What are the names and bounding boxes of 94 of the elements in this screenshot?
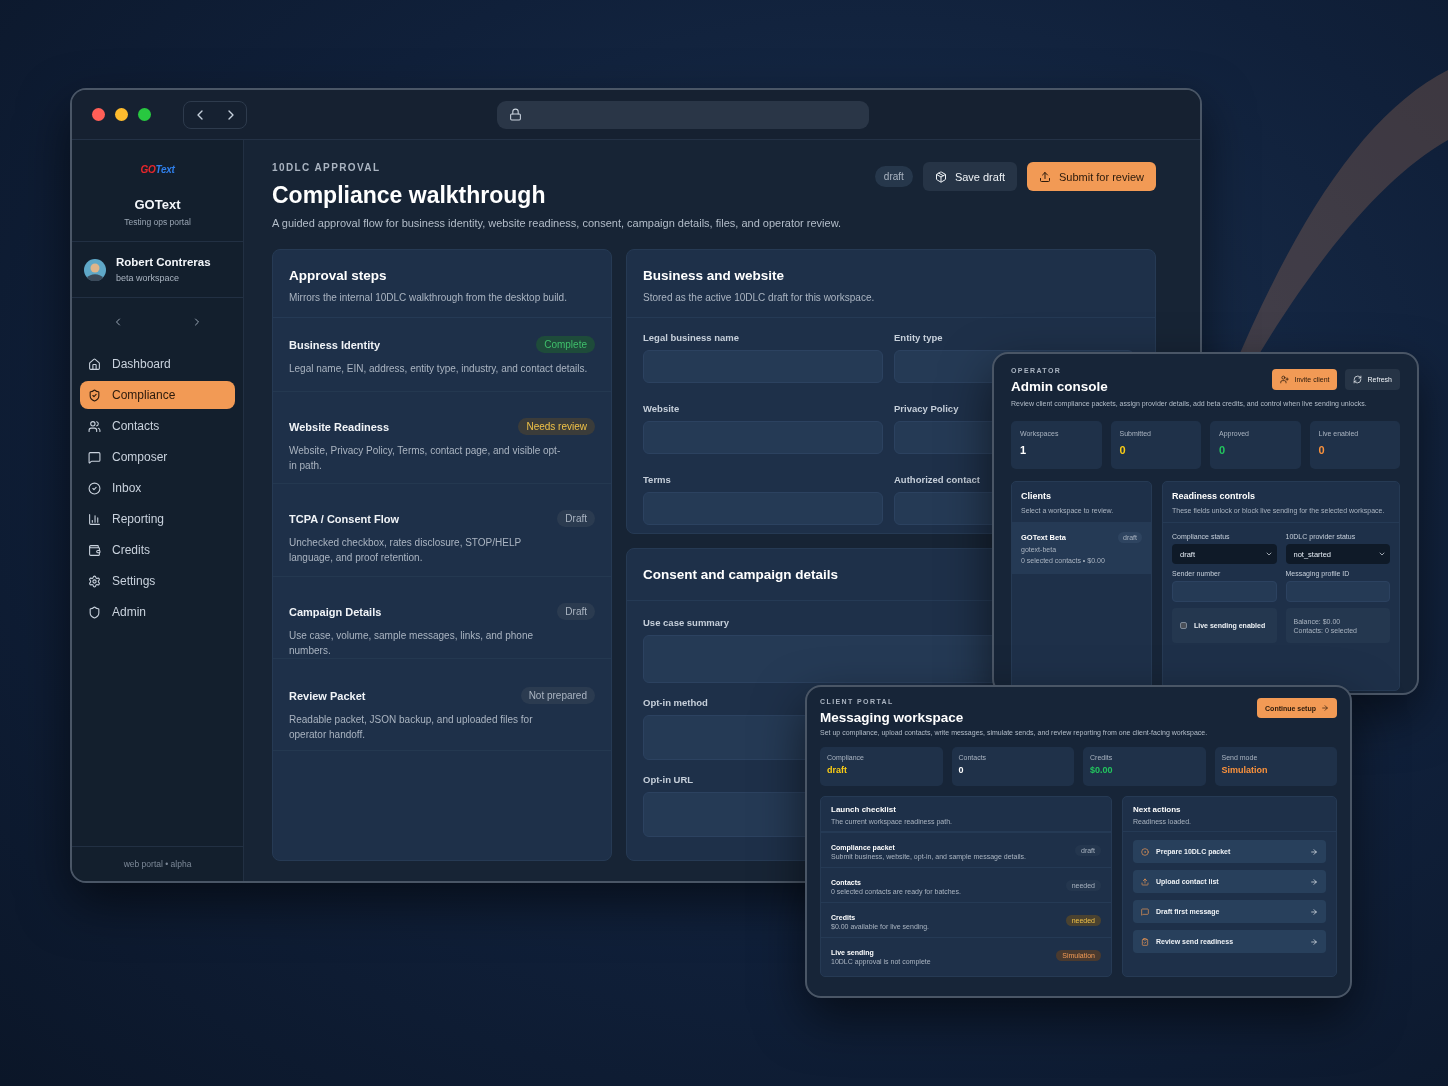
checkbox[interactable] bbox=[1180, 622, 1187, 629]
step-title: TCPA / Consent Flow bbox=[289, 512, 399, 525]
card-title: Approval steps bbox=[289, 268, 388, 283]
sidebar-footer: web portal • alpha bbox=[72, 846, 243, 881]
gear-icon bbox=[88, 574, 101, 588]
card-title: Consent and campaign details bbox=[643, 567, 840, 582]
step-description: Legal name, EIN, address, entity type, industry, and contact details. bbox=[289, 362, 589, 376]
close-dot[interactable] bbox=[92, 108, 105, 121]
step-description: Readable packet, JSON backup, and uploaded files for operator handoff. bbox=[289, 713, 534, 742]
status-badge: Draft bbox=[557, 603, 595, 620]
home-icon bbox=[88, 357, 101, 371]
window-heading: Messaging workspace bbox=[820, 710, 964, 725]
stat-value: 1 bbox=[1020, 444, 1028, 456]
logo: GOText bbox=[140, 164, 175, 175]
check-circle-icon bbox=[88, 481, 101, 495]
chat-bubble-icon bbox=[1141, 907, 1149, 916]
arrow-right-icon bbox=[1310, 877, 1318, 886]
stat-value: 0 bbox=[958, 765, 965, 775]
status-badge: Not prepared bbox=[520, 687, 595, 704]
field-label: Entity type bbox=[894, 332, 943, 343]
card-title: Business and website bbox=[643, 268, 786, 283]
sidebar-item[interactable]: Reporting bbox=[80, 505, 235, 533]
step-title: Business Identity bbox=[289, 338, 381, 351]
field-label: Authorized contact bbox=[894, 474, 981, 485]
sidebar-item[interactable]: Composer bbox=[80, 443, 235, 471]
stat-value: draft bbox=[827, 765, 848, 775]
window-heading: Admin console bbox=[1011, 379, 1108, 394]
page-description: A guided approval flow for business identity, website readiness, consent, campaign details, files, and operator review. bbox=[272, 217, 842, 229]
status-badge: Complete bbox=[536, 336, 595, 353]
user-name: Robert Contreras bbox=[116, 256, 211, 268]
status-badge: Draft bbox=[557, 510, 595, 527]
eyebrow-label: 10DLC APPROVAL bbox=[272, 162, 382, 173]
panel-title: Next actions bbox=[1133, 805, 1182, 814]
step-description: Website, Privacy Policy, Terms, contact page, and visible opt-in path. bbox=[289, 444, 562, 473]
lock-icon bbox=[509, 108, 522, 121]
shield-check-icon bbox=[88, 388, 101, 402]
upload-icon bbox=[1141, 877, 1149, 886]
stat-value: 0 bbox=[1219, 444, 1227, 456]
shield-icon bbox=[88, 605, 101, 619]
stat-value: 0 bbox=[1318, 444, 1326, 456]
package-icon bbox=[934, 170, 947, 183]
panel-title: Clients bbox=[1021, 491, 1052, 501]
step-description: Use case, volume, sample messages, links, and phone numbers. bbox=[289, 629, 534, 658]
brand-name: GOText bbox=[134, 197, 181, 212]
target-icon bbox=[1141, 847, 1149, 856]
step-title: Campaign Details bbox=[289, 605, 382, 618]
field-label: Legal business name bbox=[643, 332, 740, 343]
save-draft-button[interactable]: Save draft bbox=[922, 162, 1017, 191]
bar-chart-icon bbox=[88, 512, 101, 526]
submit-review-button[interactable]: Submit for review bbox=[1027, 162, 1156, 191]
sidebar-item[interactable]: Credits bbox=[80, 536, 235, 564]
wallet-icon bbox=[88, 543, 101, 557]
chat-bubble-icon bbox=[88, 450, 101, 464]
chevron-down-icon bbox=[1264, 550, 1273, 558]
step-title: Website Readiness bbox=[289, 420, 390, 433]
sidebar-item[interactable]: Inbox bbox=[80, 474, 235, 502]
field-label: Opt-in method bbox=[643, 697, 708, 708]
minimize-dot[interactable] bbox=[115, 108, 128, 121]
arrow-right-icon bbox=[1310, 907, 1318, 916]
sidebar-item[interactable]: Compliance bbox=[80, 381, 235, 409]
field-label: Use case summary bbox=[643, 617, 730, 628]
arrow-right-icon bbox=[1321, 704, 1329, 712]
sidebar-item[interactable]: Dashboard bbox=[80, 350, 235, 378]
sidebar-item[interactable]: Admin bbox=[80, 598, 235, 626]
panel-title: Readiness controls bbox=[1172, 491, 1257, 501]
panel-title: Launch checklist bbox=[831, 805, 897, 814]
stat-value: 0 bbox=[1119, 444, 1127, 456]
avatar-icon bbox=[84, 258, 106, 281]
stat-value: Simulation bbox=[1221, 765, 1269, 775]
step-title: Review Packet bbox=[289, 689, 366, 702]
chevron-down-icon bbox=[1378, 550, 1386, 558]
field-label: Privacy Policy bbox=[894, 403, 959, 414]
maximize-dot[interactable] bbox=[138, 108, 151, 121]
user-plus-icon bbox=[1280, 375, 1290, 384]
page-title: Compliance walkthrough bbox=[272, 182, 547, 209]
users-icon bbox=[88, 419, 101, 433]
sidebar-item[interactable]: Settings bbox=[80, 567, 235, 595]
sidebar-item[interactable]: Contacts bbox=[80, 412, 235, 440]
card-subtitle: Stored as the active 10DLC draft for this workspace. bbox=[643, 292, 876, 303]
refresh-icon bbox=[1353, 375, 1363, 384]
upload-icon bbox=[1039, 170, 1051, 183]
clipboard-icon bbox=[1141, 937, 1149, 946]
step-description: Unchecked checkbox, rates disclosure, STOP/HELP language, and proof retention. bbox=[289, 536, 522, 565]
card-subtitle: Mirrors the internal 10DLC walkthrough from the desktop build. bbox=[289, 292, 568, 303]
status-badge: Needs review bbox=[518, 418, 595, 435]
stat-value: $0.00 bbox=[1090, 765, 1114, 775]
field-label: Opt-in URL bbox=[643, 774, 694, 785]
arrow-right-icon bbox=[1310, 937, 1318, 946]
field-label: Terms bbox=[643, 474, 671, 485]
field-label: Website bbox=[643, 403, 680, 414]
brand-tagline: Testing ops portal bbox=[124, 217, 191, 227]
workspace-name: beta workspace bbox=[116, 273, 181, 283]
status-badge: draft bbox=[874, 166, 913, 187]
arrow-right-icon bbox=[1310, 847, 1318, 856]
